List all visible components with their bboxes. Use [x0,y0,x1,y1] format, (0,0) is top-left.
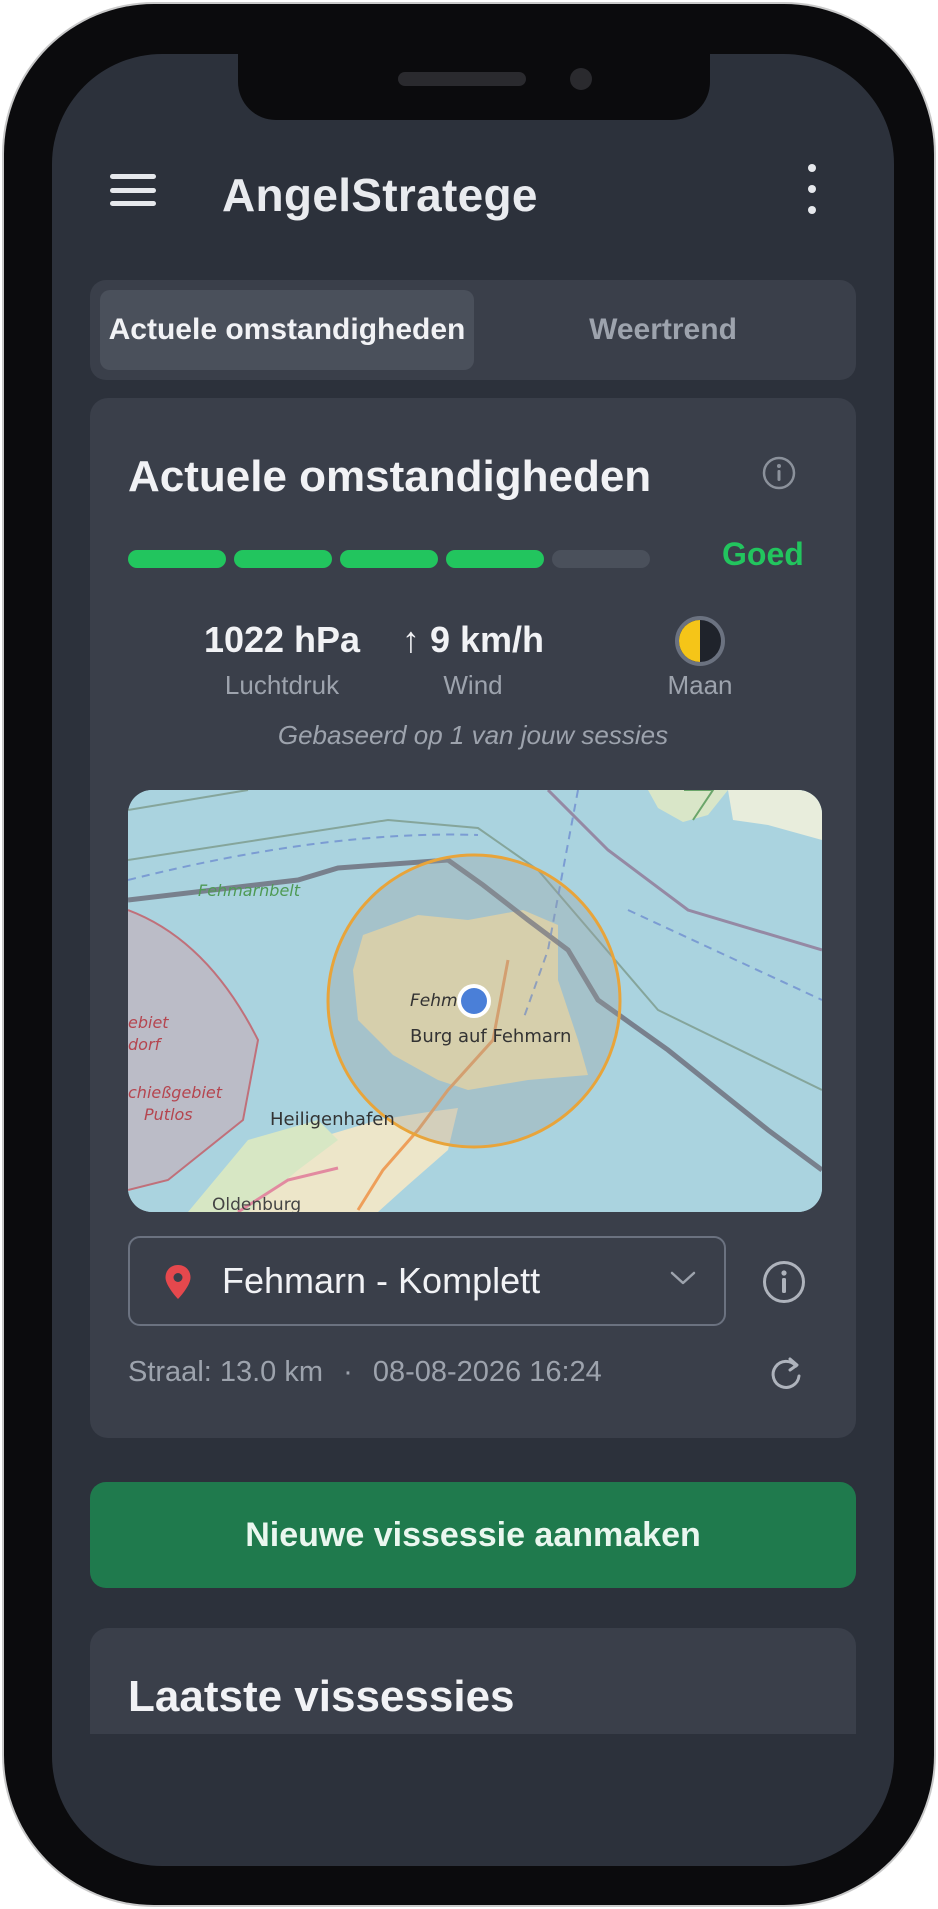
map-label-zone: Putlos [144,1105,193,1124]
app-screen: AngelStratege Actuele omstandigheden Wee… [52,54,894,1866]
rating-segment [234,550,332,568]
tab-weather-trend[interactable]: Weertrend [476,290,850,370]
basis-note: Gebaseerd op 1 van jouw sessies [277,720,669,750]
wind-value-row: ↑ 9 km/h [373,616,573,664]
timestamp-text: 08-08-2026 16:24 [372,1356,602,1388]
map-label-zone: dorf [128,1035,163,1054]
meta-separator: · [343,1356,353,1388]
pressure-label: Luchtdruk [224,670,340,700]
pressure-value: 1022 hPa [203,619,361,660]
menu-icon[interactable] [110,170,156,210]
wind-value: 9 km/h [429,619,545,660]
map-label-town: Burg auf Fehmarn [410,1026,571,1047]
chevron-down-icon [670,1271,696,1285]
conditions-card: Actuele omstandigheden Goed 1022 hPa Luc… [90,398,856,1438]
moon-value-row [600,616,800,666]
rating-segment [552,550,650,568]
rating-segment [128,550,226,568]
app-bar: AngelStratege [52,144,894,244]
map-label-zone: chießgebiet [128,1083,223,1102]
device-notch [238,54,710,120]
refresh-icon[interactable] [766,1354,806,1394]
more-vert-icon[interactable] [805,164,819,214]
phone-frame: AngelStratege Actuele omstandigheden Wee… [4,4,934,1905]
moon-stat: Maan [600,616,800,701]
new-session-button[interactable]: Nieuwe vissessie aanmaken [90,1482,856,1588]
rating-label: Goed [722,536,804,572]
wind-label: Wind [443,670,503,700]
info-icon[interactable] [762,1260,806,1304]
spot-map[interactable]: Fehmarnbelt Fehm Burg auf Fehmarn Heilig… [128,790,822,1212]
map-label-town2: Heiligenhafen [270,1109,395,1130]
rating-segment [446,550,544,568]
wind-stat: ↑ 9 km/h Wind [373,616,573,701]
moon-label: Maan [667,670,733,700]
front-camera [570,68,592,90]
location-pin-icon [165,1265,191,1299]
spot-meta: Straal: 13.0 km · 08-08-2026 16:24 [128,1356,602,1389]
latest-sessions-title: Laatste vissessies [128,1672,515,1721]
map-label-town3: Oldenburg [212,1195,301,1212]
wind-direction-icon: ↑ [401,619,420,660]
tab-current-conditions[interactable]: Actuele omstandigheden [100,290,474,370]
rating-segment [340,550,438,568]
radius-text: Straal: 13.0 km [128,1356,324,1388]
conditions-title: Actuele omstandigheden [128,452,652,501]
speaker-grill [398,72,526,86]
spot-name: Fehmarn - Komplett [222,1260,541,1301]
pressure-stat: 1022 hPa Luchtdruk [182,616,382,701]
map-label-strait: Fehmarnbelt [198,881,301,900]
spot-selector[interactable]: Fehmarn - Komplett [128,1236,726,1326]
latest-sessions-card: Laatste vissessies [90,1628,856,1734]
moon-icon [675,616,725,666]
info-icon[interactable] [762,456,796,490]
tab-bar: Actuele omstandigheden Weertrend [90,280,856,380]
app-title: AngelStratege [222,169,538,221]
map-label-island: Fehm [410,991,458,1011]
map-label-zone: ebiet [128,1013,169,1032]
